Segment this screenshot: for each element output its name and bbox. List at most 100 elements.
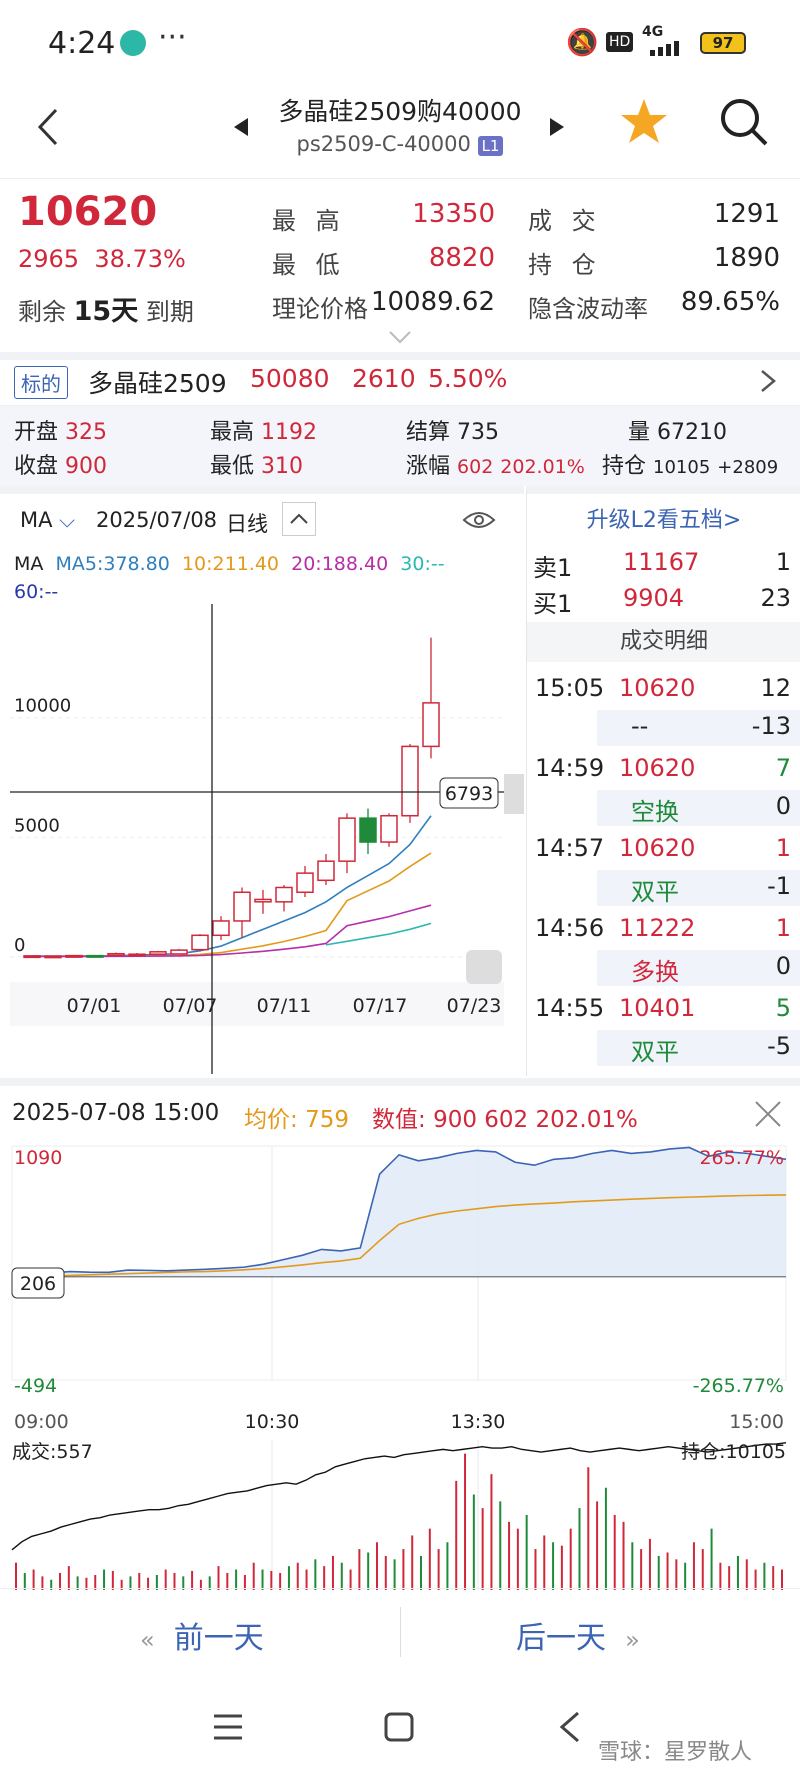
trade-volume: 5 [775, 994, 791, 1022]
intraday-bot-right: -265.77% [693, 1375, 784, 1397]
high-value: 13350 [412, 199, 495, 229]
ask-label: 卖1 [533, 554, 573, 582]
kline-x-tick: 07/01 [67, 995, 122, 1017]
kline-candle [191, 934, 209, 951]
stat-chg: 涨幅 602 202.01% [406, 448, 585, 480]
kline-candle [149, 951, 167, 955]
remain-days: 15天 [73, 296, 139, 327]
day-oi-value: 10105 [653, 457, 711, 478]
avg-value: 759 [305, 1107, 349, 1133]
volume-label: 成 交 [528, 207, 602, 235]
prev-day-button[interactable]: « 前一天 [140, 1613, 264, 1657]
upgrade-l2-link[interactable]: 升级L2看五档> [527, 502, 800, 534]
fullscreen-icon[interactable] [466, 950, 502, 984]
high-label: 最 高 [272, 207, 346, 235]
next-day-label: 后一天 [516, 1621, 606, 1656]
trade-type: 双平 [631, 878, 679, 906]
kline-candle [212, 920, 230, 937]
menu-icon[interactable] [212, 1712, 244, 1742]
trade-price: 10620 [619, 834, 696, 862]
expand-chevron-icon[interactable] [388, 329, 412, 344]
val-label: 数值: [372, 1107, 426, 1133]
next-contract-icon[interactable] [548, 116, 566, 138]
underlying-row[interactable]: 标的 多晶硅2509 50080 2610 5.50% [0, 352, 800, 406]
trade-oi: -5 [767, 1032, 791, 1060]
bid-volume: 23 [760, 584, 791, 612]
day-high-label: 最高 [210, 420, 255, 445]
trade-type: 双平 [631, 1038, 679, 1066]
quote-panel: 10620 2965 38.73% 剩余 15天 到期 最 高 13350 最 … [0, 178, 800, 350]
kline-x-tick: 07/17 [353, 995, 408, 1017]
kline-candle [86, 954, 104, 958]
indicator-select[interactable]: MA ⌵ [20, 508, 75, 533]
chg-value: 602 [457, 456, 494, 478]
trade-type: -- [631, 712, 649, 740]
stat-settle: 结算 735 [406, 414, 499, 446]
prev-contract-icon[interactable] [232, 116, 250, 138]
trade-volume: 7 [775, 754, 791, 782]
kline-candle [254, 898, 272, 903]
kline-candle [296, 872, 314, 894]
kline-date: 2025/07/08 [96, 508, 218, 532]
kline-candle [65, 954, 83, 958]
more-dots-icon: ··· [158, 20, 187, 55]
oi-line [11, 1441, 787, 1551]
back-icon[interactable] [30, 104, 70, 150]
kline-chart[interactable]: 0 5000 10000 07/01 07/07 07/11 07/17 07/23 6793 [0, 604, 524, 1084]
eye-icon[interactable] [462, 508, 496, 532]
collapse-up-icon[interactable] [282, 502, 316, 536]
close-icon[interactable] [752, 1098, 784, 1130]
search-icon[interactable] [718, 96, 770, 148]
intraday-chart[interactable]: 1090 265.77% -494 -265.77% 206 09:00 10:… [0, 1140, 800, 1590]
network-label: 4G [642, 24, 664, 40]
remain-suffix: 到期 [145, 298, 194, 326]
double-right-icon: » [625, 1626, 640, 1654]
stat-volume: 量 67210 [628, 414, 727, 446]
iv-label: 隐含波动率 [528, 295, 648, 323]
home-icon[interactable] [384, 1712, 414, 1742]
value-readout: 数值: 900 602 202.01% [372, 1100, 638, 1134]
pan-handle[interactable] [504, 774, 524, 814]
back-nav-icon[interactable] [558, 1710, 582, 1744]
underlying-change: 2610 [352, 364, 416, 393]
trade-oi: -1 [767, 872, 791, 900]
intraday-base: 206 [20, 1273, 56, 1295]
kline-panel: MA ⌵ 2025/07/08 日线 MA MA5:378.80 10:211.… [0, 486, 524, 1076]
bid-row: 买1 9904 23 [527, 584, 800, 624]
kline-candle [338, 817, 356, 862]
ma-legend: MA MA5:378.80 10:211.40 20:188.40 30:-- … [14, 550, 514, 606]
contract-title: 多晶硅2509购40000 [278, 97, 522, 126]
status-bar: 4:24 ··· 🔕 HD 4G 97 [0, 0, 800, 82]
battery-icon: 97 [700, 32, 746, 54]
intraday-oi-label: 持仓:10105 [681, 1441, 786, 1463]
ma-title: MA [14, 553, 44, 575]
kline-x-tick: 07/11 [257, 995, 312, 1017]
low-value: 8820 [428, 243, 495, 273]
underlying-pct: 5.50% [428, 364, 508, 393]
trade-row: 14:59 10620 7 空换 0 [527, 750, 800, 826]
bid-label: 买1 [533, 590, 573, 618]
trade-row: 14:55 10401 5 双平 -5 [527, 990, 800, 1066]
theo-value: 10089.62 [370, 287, 495, 317]
open-label: 开盘 [14, 420, 59, 445]
system-nav-bar: 雪球：星罗散人 [0, 1680, 800, 1778]
next-day-button[interactable]: 后一天 » [516, 1613, 640, 1657]
chg-pct: 202.01% [500, 456, 585, 478]
intraday-top-right: 265.77% [699, 1147, 784, 1169]
status-time: 4:24 [48, 26, 116, 61]
day-high-value: 1192 [261, 420, 318, 445]
trade-type: 多换 [631, 958, 679, 986]
ma60-value: 60:-- [14, 581, 59, 603]
trade-panel: 升级L2看五档> 卖1 11167 1 买1 9904 23 成交明细 15:0… [526, 486, 800, 1076]
remain-label: 剩余 [18, 298, 66, 326]
trade-time: 15:05 [535, 674, 605, 702]
change-pct: 38.73% [94, 245, 186, 273]
day-switch: « 前一天 后一天 » [0, 1588, 800, 1678]
underlying-price: 50080 [250, 364, 330, 393]
favorite-star-icon[interactable] [618, 96, 670, 148]
trade-volume: 1 [775, 914, 791, 942]
time-1330: 13:30 [451, 1411, 506, 1433]
trade-price: 10620 [619, 674, 696, 702]
day-oi-change: +2809 [717, 457, 779, 478]
time-open: 09:00 [14, 1411, 69, 1433]
